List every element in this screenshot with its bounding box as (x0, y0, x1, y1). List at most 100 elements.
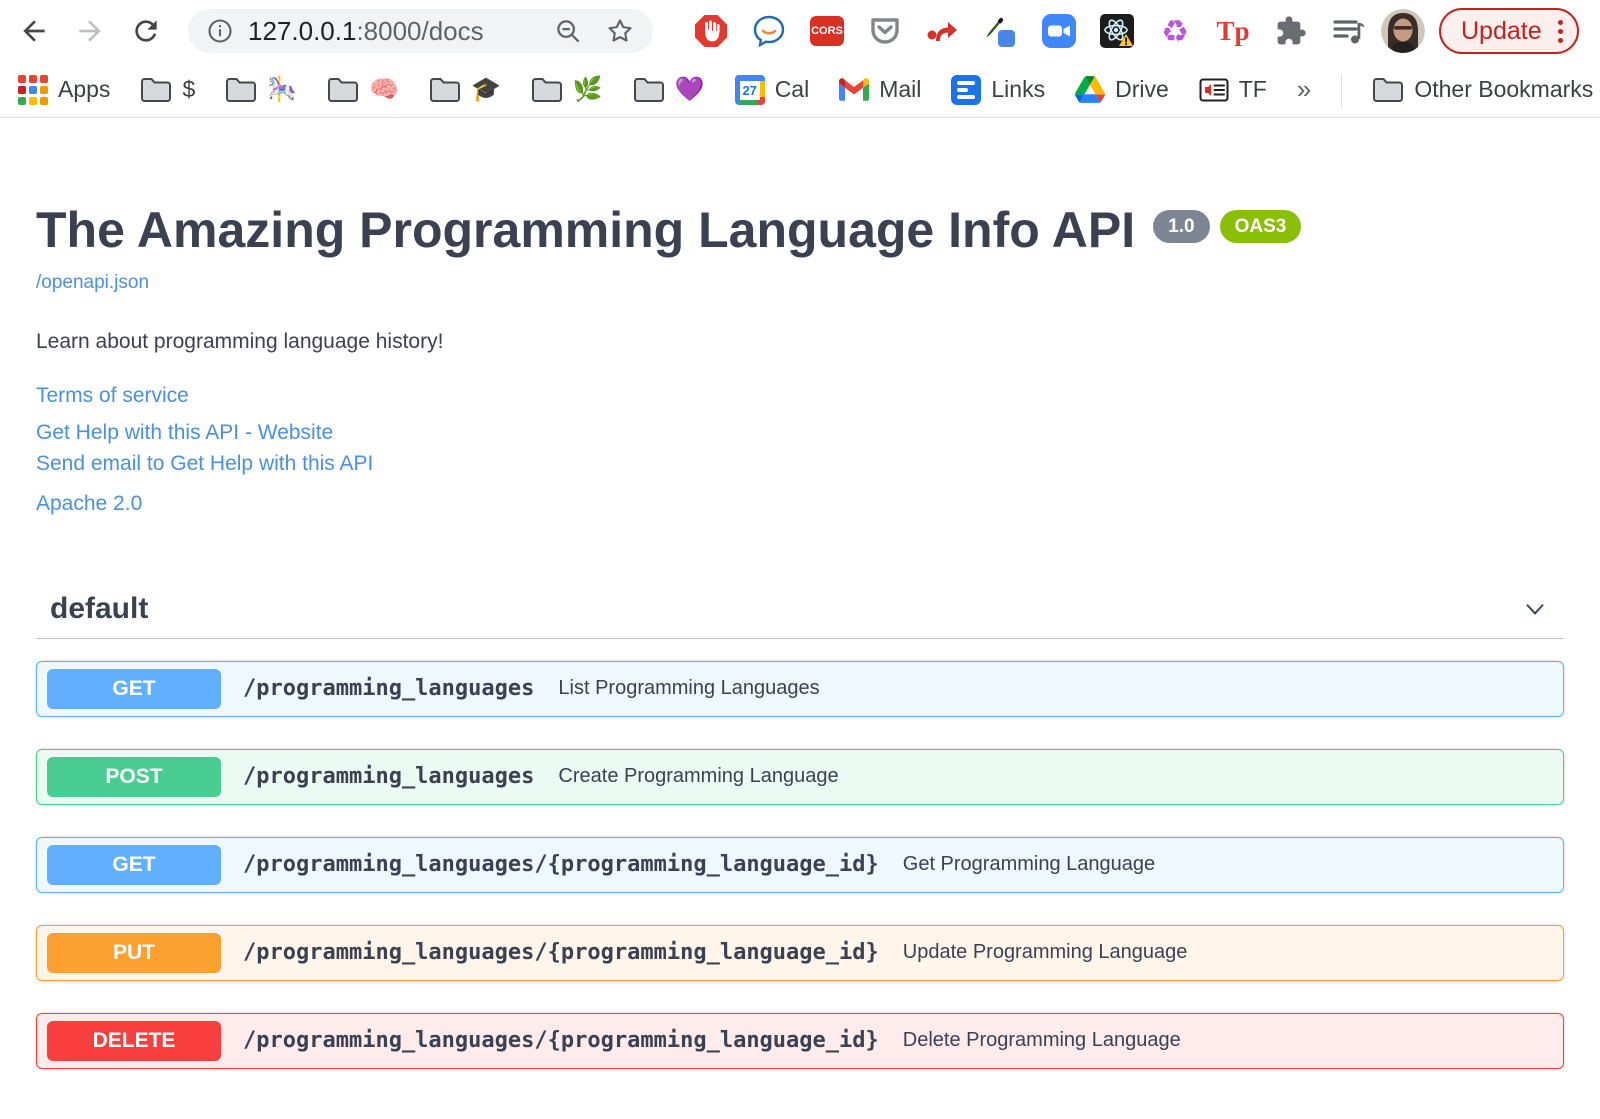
operation-path: /programming_languages (243, 676, 535, 701)
profile-avatar[interactable] (1381, 9, 1425, 53)
openapi-spec-link[interactable]: /openapi.json (36, 272, 149, 294)
operation-row-delete-language[interactable]: DELETE /programming_languages/{programmi… (36, 1012, 1564, 1069)
bookmark-folder-carousel[interactable]: 🎠 (225, 75, 297, 104)
contact-email-link[interactable]: Send email to Get Help with this API (36, 449, 373, 478)
pocket-extension-button[interactable] (867, 13, 903, 49)
recycle-icon: ♻ (1161, 13, 1189, 49)
bookmark-folder-brain[interactable]: 🧠 (327, 75, 399, 104)
chat-bubble-icon (753, 15, 785, 48)
default-tag-section: default GET /programming_languages List … (36, 580, 1564, 1069)
forward-button[interactable] (70, 11, 110, 51)
license-link[interactable]: Apache 2.0 (36, 492, 142, 516)
bookmark-calendar[interactable]: 27 Cal (734, 74, 810, 105)
terms-of-service-link[interactable]: Terms of service (36, 384, 189, 408)
bookmark-label: Apps (58, 76, 111, 102)
operation-summary: Create Programming Language (558, 765, 839, 787)
operation-summary: Get Programming Language (902, 853, 1156, 875)
page-title: The Amazing Programming Language Info AP… (36, 202, 1564, 260)
chevron-down-icon[interactable] (1520, 594, 1550, 624)
operation-path: /programming_languages/{programming_lang… (243, 1028, 879, 1053)
bookmark-mail[interactable]: Mail (839, 76, 921, 103)
tp-extension-button[interactable]: Tp (1215, 13, 1251, 49)
puzzle-icon (1277, 16, 1306, 45)
drive-icon (1075, 76, 1106, 103)
update-button[interactable]: Update (1439, 8, 1579, 54)
operation-row-list-languages[interactable]: GET /programming_languages List Programm… (36, 660, 1564, 717)
method-badge: PUT (47, 932, 221, 973)
folder-icon (1373, 77, 1404, 102)
links-icon (951, 74, 982, 105)
operation-row-get-language[interactable]: GET /programming_languages/{programming_… (36, 836, 1564, 893)
other-bookmarks-button[interactable]: Other Bookmarks (1372, 76, 1593, 103)
bookmark-label: 🎠 (267, 76, 298, 103)
operation-row-update-language[interactable]: PUT /programming_languages/{programming_… (36, 924, 1564, 981)
browser-menu-kebab-icon[interactable] (1557, 19, 1563, 43)
api-title-text: The Amazing Programming Language Info AP… (36, 202, 1136, 258)
chat-bubble-extension-button[interactable] (751, 13, 787, 49)
red-arrow-extension-button[interactable] (925, 13, 961, 49)
version-badge: 1.0 (1153, 210, 1210, 243)
tag-header[interactable]: default (36, 580, 1564, 639)
operations-list: GET /programming_languages List Programm… (36, 660, 1564, 1069)
browser-toolbar: 127.0.0.1:8000/docs CORS ♻ Tp Update (0, 0, 1600, 62)
bookmarks-bar: Apps $ 🎠 🧠 🎓 🌿 💜 27 Cal Mail Links Drive… (0, 62, 1600, 118)
calendar-icon: 27 (734, 74, 765, 105)
zoom-extension-button[interactable] (1041, 13, 1077, 49)
bookmark-tf[interactable]: TF (1199, 76, 1267, 103)
video-camera-icon (1042, 14, 1076, 48)
bookmark-drive[interactable]: Drive (1075, 76, 1169, 103)
folder-icon (141, 77, 172, 102)
operation-summary: List Programming Languages (558, 677, 820, 699)
operation-path: /programming_languages (243, 764, 535, 789)
zoom-out-icon (557, 20, 580, 43)
api-description: Learn about programming language history… (36, 329, 444, 353)
tag-title: default (50, 591, 149, 625)
bookmark-apps[interactable]: Apps (18, 74, 111, 105)
operation-summary: Update Programming Language (902, 941, 1188, 963)
url-text: 127.0.0.1:8000/docs (248, 16, 484, 47)
bookmark-label: Other Bookmarks (1414, 76, 1594, 102)
adblock-extension-button[interactable] (693, 13, 729, 49)
recycle-extension-button[interactable]: ♻ (1157, 13, 1193, 49)
info-icon[interactable] (206, 17, 234, 45)
adblock-hand-icon (695, 15, 727, 47)
folder-icon (633, 77, 664, 102)
method-badge: POST (47, 756, 221, 797)
address-bar[interactable]: 127.0.0.1:8000/docs (188, 9, 653, 53)
bookmark-folder-heart[interactable]: 💜 (633, 75, 705, 104)
react-devtools-extension-button[interactable] (1099, 13, 1135, 49)
bookmark-label: TF (1238, 76, 1267, 102)
bookmark-label: Cal (774, 76, 810, 102)
eyedropper-icon (986, 17, 1015, 47)
bookmarks-divider (1341, 73, 1343, 106)
update-label: Update (1461, 16, 1542, 45)
bookmark-folder-dollar[interactable]: $ (140, 76, 195, 103)
contact-website-link[interactable]: Get Help with this API - Website (36, 418, 333, 447)
bookmark-label: 🧠 (369, 76, 400, 103)
apps-grid-icon (18, 74, 48, 105)
extensions-menu-button[interactable] (1273, 13, 1309, 49)
bookmark-label: Links (991, 76, 1046, 102)
bookmark-links[interactable]: Links (951, 74, 1046, 105)
cors-extension-button[interactable]: CORS (809, 13, 845, 49)
bookmark-folder-grad[interactable]: 🎓 (429, 75, 501, 104)
zoom-out-button[interactable] (553, 16, 583, 46)
star-icon (608, 19, 632, 42)
back-icon (23, 20, 45, 42)
reload-button[interactable] (126, 11, 166, 51)
forward-icon (79, 20, 101, 42)
operation-row-create-language[interactable]: POST /programming_languages Create Progr… (36, 748, 1564, 805)
extensions-row: CORS ♻ Tp (693, 13, 1367, 49)
operation-summary: Delete Programming Language (902, 1029, 1181, 1051)
folder-icon (226, 77, 257, 102)
bookmark-folder-herb[interactable]: 🌿 (531, 75, 603, 104)
bookmark-star-button[interactable] (605, 16, 635, 46)
back-button[interactable] (14, 11, 54, 51)
url-path: :8000/docs (356, 15, 484, 46)
media-playlist-button[interactable] (1331, 13, 1367, 49)
bookmarks-overflow-button[interactable]: » (1297, 74, 1311, 105)
method-badge: DELETE (47, 1020, 221, 1061)
swagger-page: The Amazing Programming Language Info AP… (0, 202, 1600, 1069)
eyedropper-extension-button[interactable] (983, 13, 1019, 49)
tf-card-icon (1199, 78, 1229, 101)
